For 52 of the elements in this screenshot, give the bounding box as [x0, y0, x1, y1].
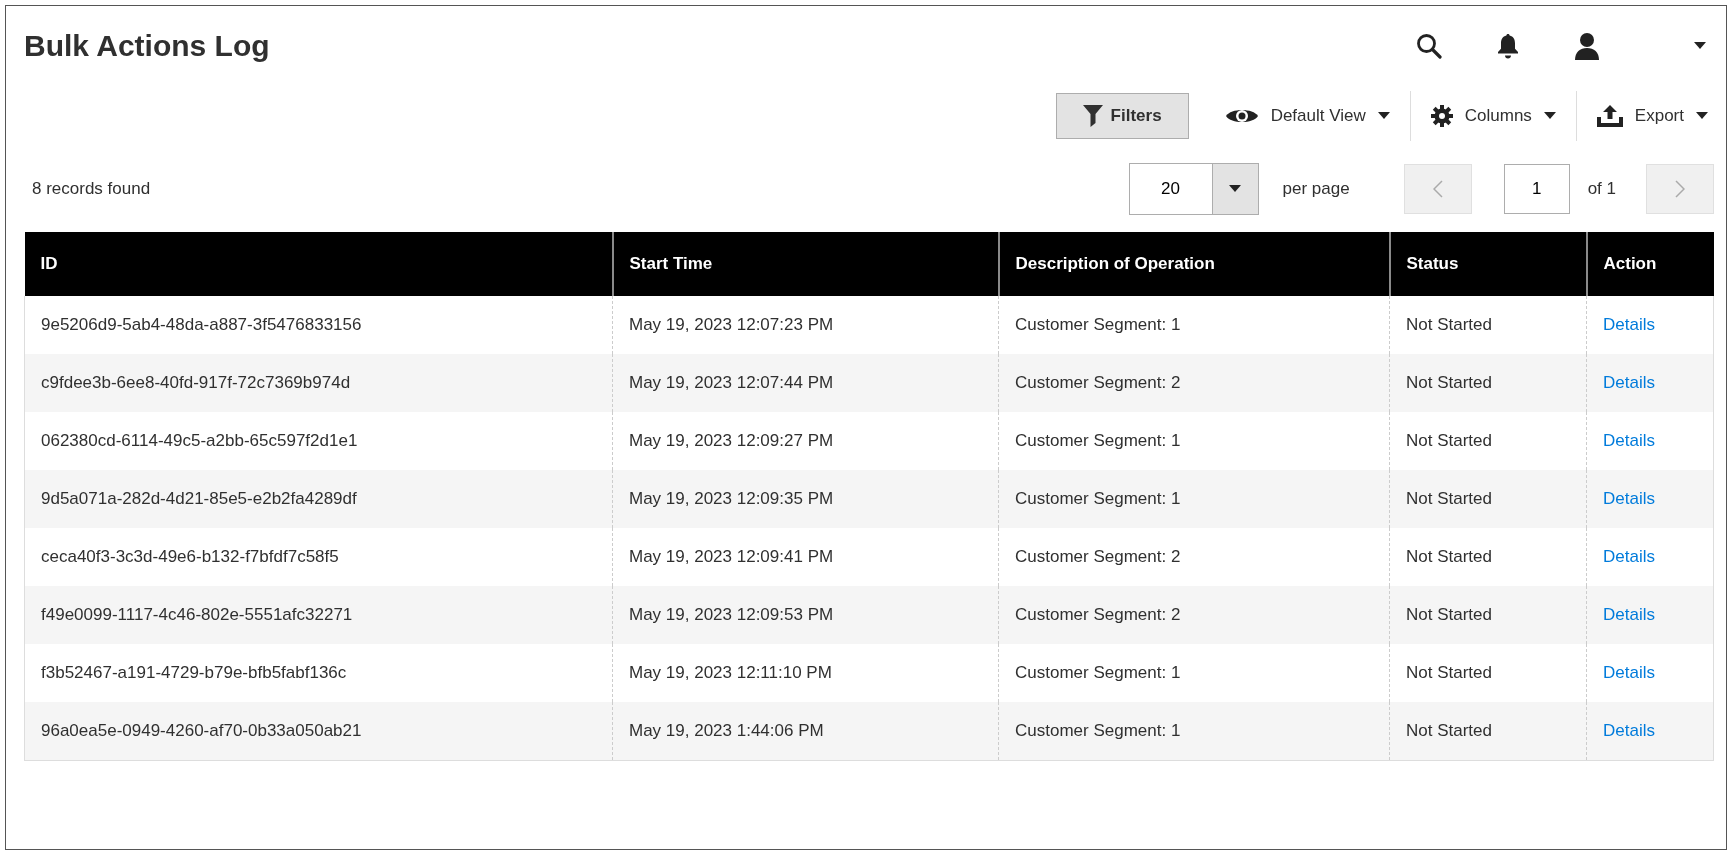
user-icon[interactable] — [1574, 32, 1600, 60]
per-page-select[interactable]: 20 — [1128, 163, 1259, 215]
table-cell: 9d5a071a-282d-4d21-85e5-e2b2fa4289df — [24, 470, 613, 528]
chevron-right-icon — [1675, 180, 1685, 198]
caret-icon — [1377, 112, 1390, 120]
filters-button[interactable]: Filters — [1055, 93, 1189, 139]
view-dropdown[interactable]: Default View — [1204, 103, 1410, 129]
details-link[interactable]: Details — [1603, 547, 1655, 567]
columns-dropdown[interactable]: Columns — [1410, 103, 1576, 129]
caret-icon — [1696, 112, 1708, 120]
table-cell: Customer Segment: 2 — [998, 586, 1390, 644]
table-cell: May 19, 2023 12:09:53 PM — [612, 586, 999, 644]
table-cell: Customer Segment: 1 — [998, 470, 1390, 528]
gear-icon — [1430, 105, 1453, 127]
page-title: Bulk Actions Log — [24, 28, 270, 64]
bell-icon[interactable] — [1496, 33, 1520, 59]
caret-icon — [1543, 112, 1556, 120]
column-header[interactable]: Start Time — [612, 232, 999, 296]
export-dropdown[interactable]: Export — [1576, 103, 1714, 129]
details-link[interactable]: Details — [1603, 373, 1655, 393]
upload-icon — [1596, 105, 1623, 127]
details-link[interactable]: Details — [1603, 721, 1655, 740]
table-cell: Not Started — [1389, 586, 1587, 644]
table-cell: Not Started — [1389, 354, 1587, 412]
table-cell: Not Started — [1389, 470, 1587, 528]
details-link[interactable]: Details — [1603, 605, 1655, 625]
table-cell: May 19, 2023 12:09:35 PM — [612, 470, 999, 528]
column-header[interactable]: ID — [24, 232, 613, 296]
caret-icon[interactable] — [1694, 42, 1706, 50]
funnel-icon — [1082, 105, 1103, 127]
column-header[interactable]: Action — [1586, 232, 1714, 296]
table-cell: 96a0ea5e-0949-4260-af70-0b33a050ab21 — [24, 702, 613, 760]
table-cell: f49e0099-1117-4c46-802e-5551afc32271 — [24, 586, 613, 644]
column-header[interactable]: Status — [1389, 232, 1587, 296]
details-link[interactable]: Details — [1603, 431, 1655, 451]
per-page-label: per page — [1282, 178, 1350, 201]
details-link[interactable]: Details — [1603, 315, 1655, 335]
search-icon[interactable] — [1416, 33, 1442, 59]
caret-icon — [1229, 185, 1241, 193]
table-cell: May 19, 2023 1:44:06 PM — [612, 702, 999, 760]
table-cell: Customer Segment: 1 — [998, 702, 1390, 760]
table-cell: c9fdee3b-6ee8-40fd-917f-72c7369b974d — [24, 354, 613, 412]
table-cell: Not Started — [1389, 702, 1587, 760]
table-cell: May 19, 2023 12:07:44 PM — [612, 354, 999, 412]
page-number-field[interactable]: 1 — [1503, 164, 1570, 214]
details-link[interactable]: Details — [1603, 489, 1655, 509]
details-link[interactable]: Details — [1603, 663, 1655, 683]
page-count: of 1 — [1587, 178, 1616, 201]
chevron-left-icon — [1432, 180, 1443, 198]
column-header[interactable]: Description of Operation — [998, 232, 1390, 296]
table-cell: Customer Segment: 2 — [998, 354, 1390, 412]
records-count: 8 records found — [32, 178, 151, 201]
